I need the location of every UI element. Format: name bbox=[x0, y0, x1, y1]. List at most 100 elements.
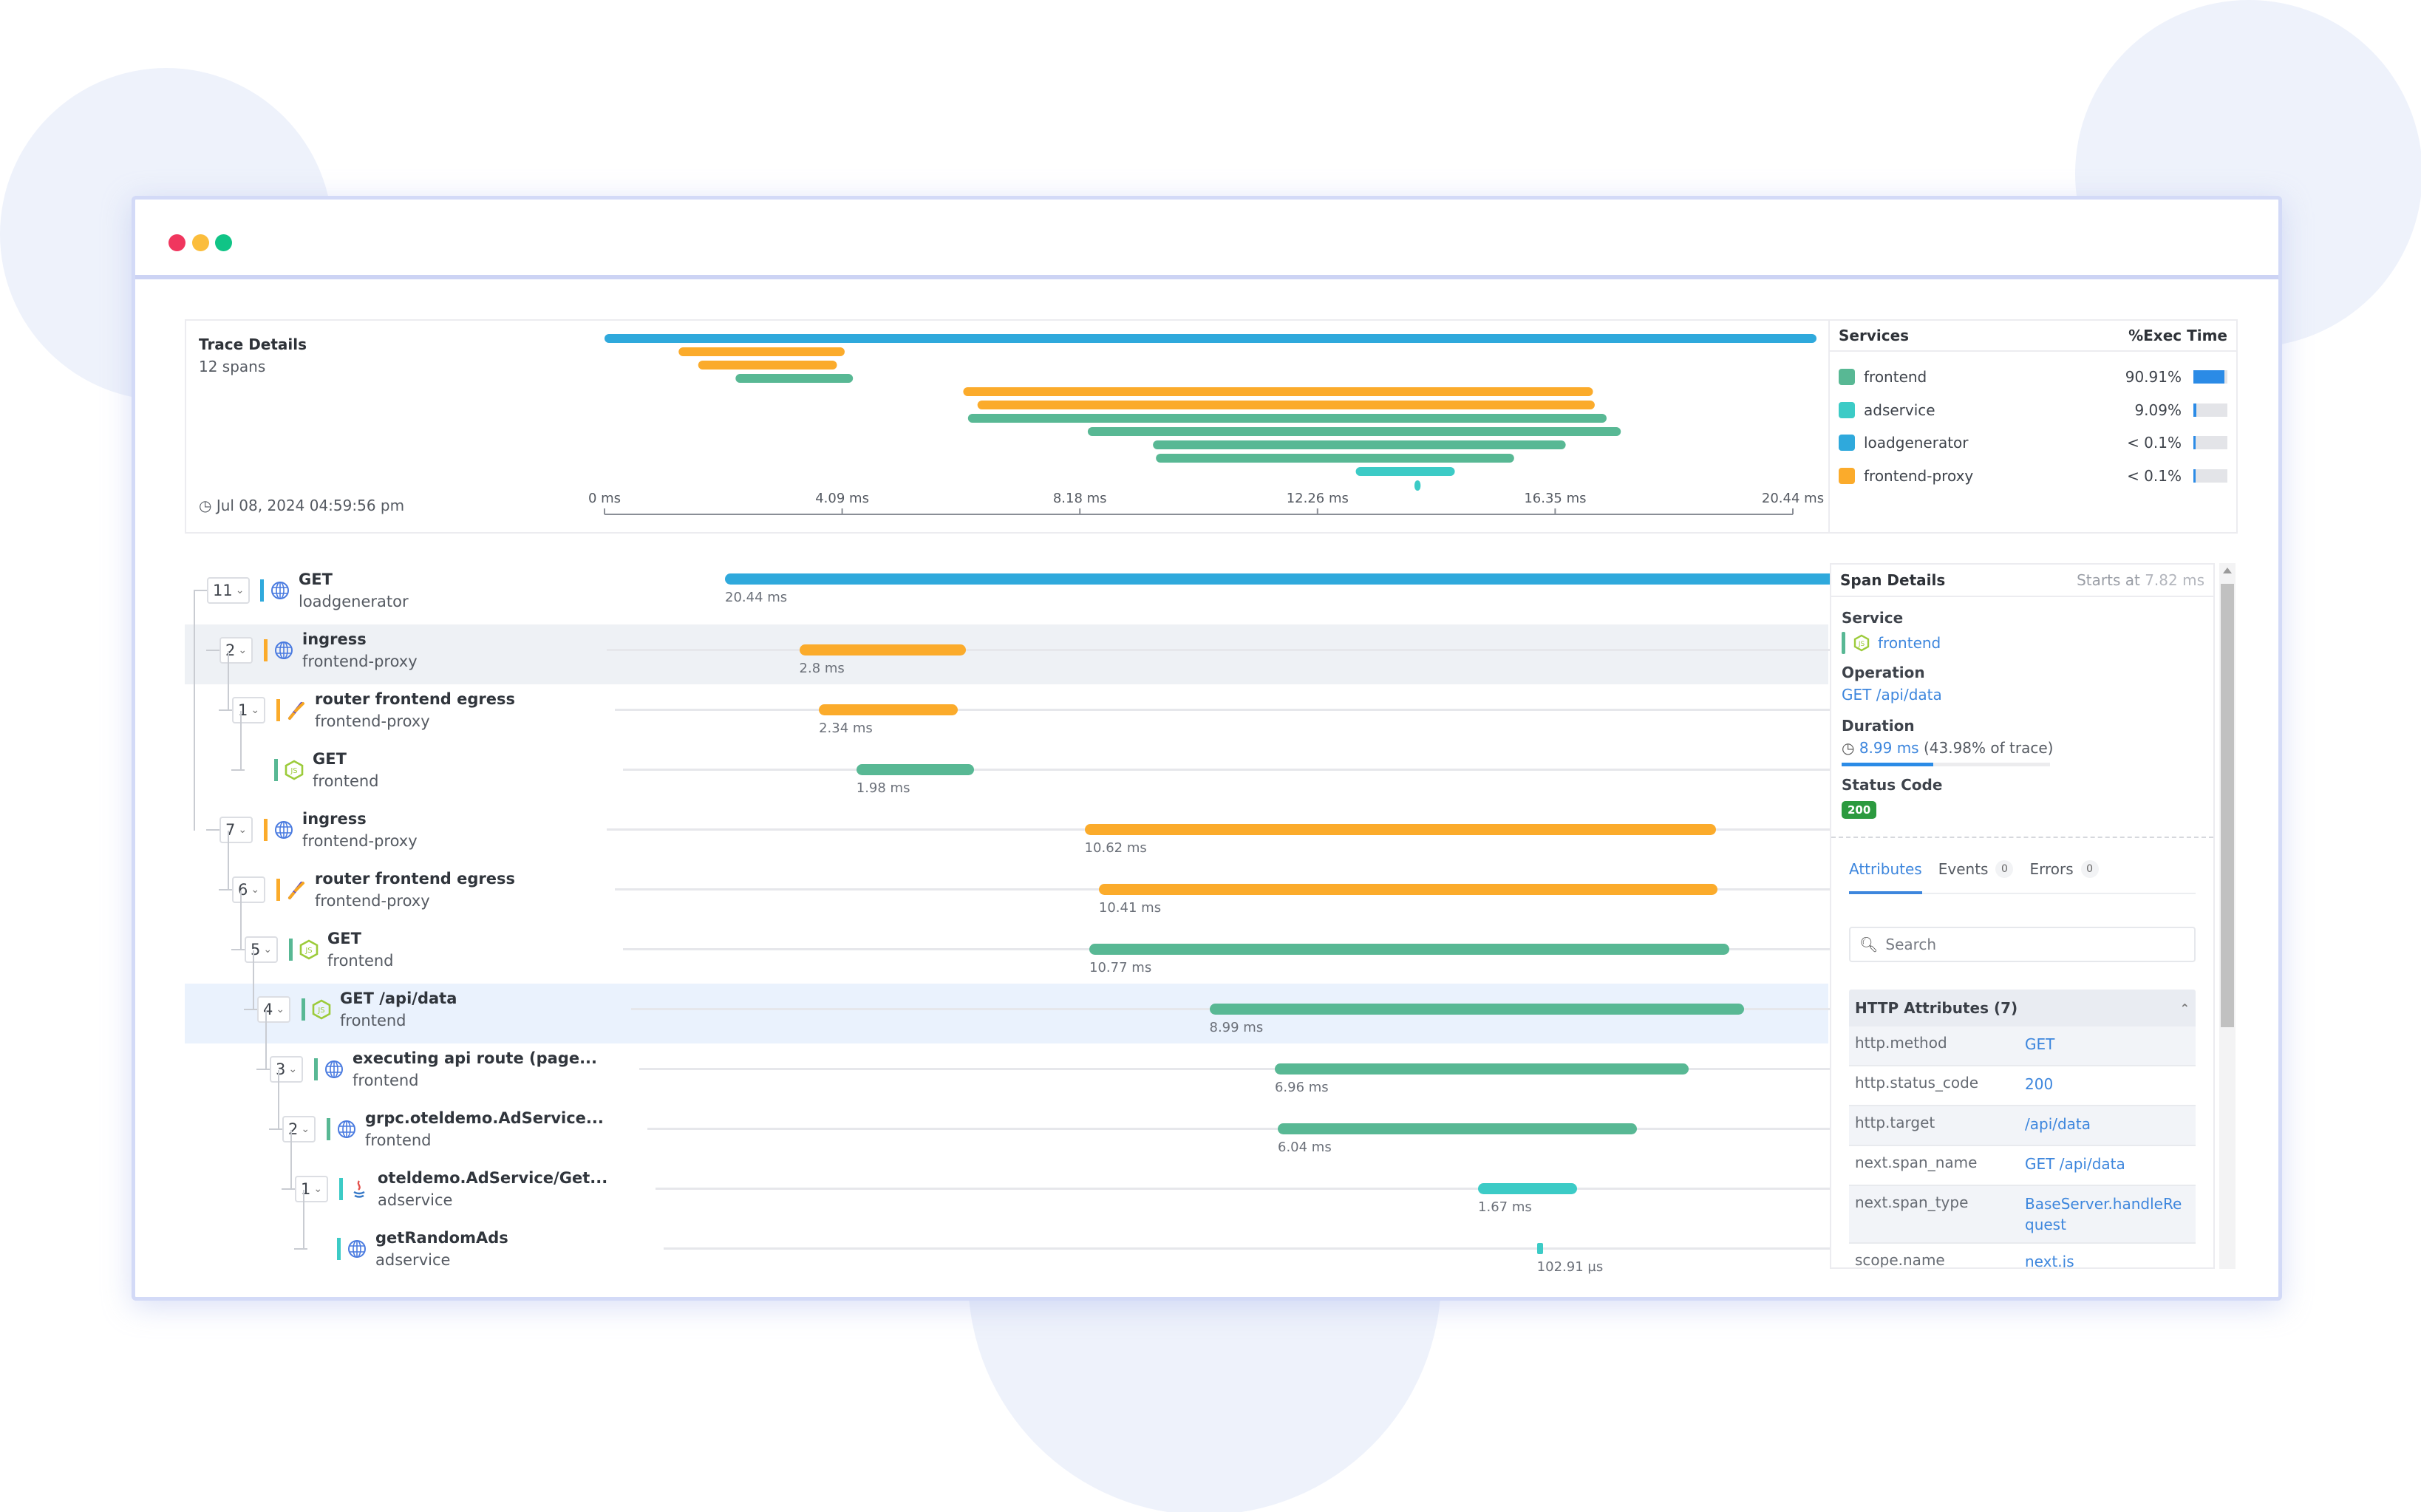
expand-collapse-toggle[interactable]: 4 ⌄ bbox=[257, 996, 291, 1023]
service-row[interactable]: adservice 9.09% bbox=[1839, 394, 2227, 426]
span-duration-bar[interactable] bbox=[1098, 884, 1718, 895]
service-color-marker bbox=[314, 1058, 318, 1080]
chevron-down-icon: ⌄ bbox=[263, 944, 273, 956]
service-color-marker bbox=[337, 1238, 341, 1260]
tab-errors[interactable]: Errors 0 bbox=[2029, 860, 2099, 893]
service-color-marker bbox=[302, 998, 305, 1021]
service-color-marker bbox=[327, 1118, 330, 1140]
span-duration-bar[interactable] bbox=[1274, 1063, 1689, 1075]
span-duration-bar[interactable] bbox=[1089, 944, 1730, 955]
service-row[interactable]: frontend-proxy < 0.1% bbox=[1839, 460, 2227, 492]
expand-collapse-toggle[interactable]: 7 ⌄ bbox=[219, 817, 253, 843]
attribute-value[interactable]: next.js bbox=[2025, 1251, 2190, 1267]
attribute-value[interactable]: GET bbox=[2025, 1034, 2190, 1055]
minimap-span-bar[interactable] bbox=[1414, 480, 1421, 491]
chevron-up-icon[interactable]: ⌃ bbox=[2180, 1001, 2190, 1015]
clock-icon: ◷ bbox=[1842, 739, 1855, 757]
minimap-span-bar[interactable] bbox=[605, 334, 1816, 343]
service-link[interactable]: frontend bbox=[1878, 634, 1941, 652]
attribute-value[interactable]: /api/data bbox=[2025, 1114, 2190, 1134]
minimap-span-bar[interactable] bbox=[1153, 440, 1566, 449]
close-window-button[interactable] bbox=[168, 234, 185, 251]
axis-tick-label: 16.35 ms bbox=[1524, 491, 1586, 506]
span-row[interactable]: 4 ⌄ JS GET /api/data frontend 8.99 ms bbox=[185, 984, 1940, 1043]
span-duration-bar[interactable] bbox=[1478, 1183, 1578, 1194]
http-attributes-header[interactable]: HTTP Attributes (7) ⌃ bbox=[1849, 990, 2196, 1026]
minimap-span-bar[interactable] bbox=[678, 347, 845, 356]
span-duration-bar[interactable] bbox=[799, 644, 966, 655]
minimap-span-bar[interactable] bbox=[967, 414, 1607, 423]
attribute-search[interactable]: 🔍︎ bbox=[1849, 927, 2196, 962]
span-row[interactable]: 5 ⌄ JS GET frontend 10.77 ms bbox=[185, 924, 1940, 984]
operation-link[interactable]: GET /api/data bbox=[1842, 686, 1942, 704]
services-header-pct[interactable]: %Exec Time bbox=[2128, 327, 2227, 344]
service-row[interactable]: loadgenerator < 0.1% bbox=[1839, 426, 2227, 459]
details-tabs: Attributes Events 0 Errors 0 bbox=[1849, 860, 2196, 894]
service-color-swatch bbox=[1839, 369, 1855, 385]
expand-collapse-toggle[interactable]: 1 ⌄ bbox=[232, 697, 266, 723]
span-track bbox=[623, 769, 1940, 771]
span-row[interactable]: getRandomAds adservice 102.91 µs bbox=[185, 1223, 1940, 1283]
span-duration-bar[interactable] bbox=[725, 573, 1940, 585]
minimap-span-bar[interactable] bbox=[698, 361, 837, 370]
span-service-name: frontend bbox=[327, 952, 394, 970]
tab-events[interactable]: Events 0 bbox=[1938, 860, 2014, 893]
attribute-value[interactable]: GET /api/data bbox=[2025, 1154, 2190, 1174]
span-duration-bar[interactable] bbox=[1084, 824, 1716, 835]
span-duration-bar[interactable] bbox=[1209, 1004, 1744, 1015]
span-duration-label: 10.62 ms bbox=[1084, 840, 1147, 856]
minimap-span-bar[interactable] bbox=[1087, 427, 1621, 436]
service-exec-bar bbox=[2193, 403, 2227, 417]
span-row[interactable]: 6 ⌄ router frontend egress frontend-proxy 10… bbox=[185, 864, 1940, 924]
span-row[interactable]: 7 ⌄ ingress frontend-proxy 10.62 ms bbox=[185, 804, 1940, 864]
expand-collapse-toggle[interactable]: 2 ⌄ bbox=[282, 1116, 316, 1142]
maximize-window-button[interactable] bbox=[215, 234, 232, 251]
span-row[interactable]: 1 ⌄ router frontend egress frontend-proxy 2.… bbox=[185, 684, 1940, 744]
span-row[interactable]: 1 ⌄ oteldemo.AdService/Get... adservice 1.67… bbox=[185, 1163, 1940, 1223]
attribute-key: next.span_type bbox=[1855, 1193, 1969, 1211]
tree-connector bbox=[294, 1248, 307, 1250]
trace-summary-panel: 0 ms 4.09 ms 8.18 ms 12.26 ms 16.35 ms 20.44 … bbox=[185, 319, 2238, 534]
trace-minimap[interactable]: 0 ms 4.09 ms 8.18 ms 12.26 ms 16.35 ms 20.44 … bbox=[186, 321, 1828, 535]
span-row[interactable]: 2 ⌄ grpc.oteldemo.AdService... frontend 6.04… bbox=[185, 1103, 1940, 1163]
minimap-span-bar[interactable] bbox=[1355, 467, 1455, 476]
span-row[interactable]: JS GET frontend 1.98 ms bbox=[185, 744, 1940, 804]
expand-collapse-toggle[interactable]: 6 ⌄ bbox=[232, 876, 266, 903]
service-row[interactable]: frontend 90.91% bbox=[1839, 361, 2227, 393]
span-service-name: frontend bbox=[353, 1072, 419, 1089]
span-duration-bar[interactable] bbox=[819, 704, 958, 715]
details-scrollbar[interactable] bbox=[2219, 563, 2236, 1269]
span-count: 12 spans bbox=[199, 358, 266, 375]
span-row[interactable]: 11 ⌄ GET loadgenerator 20.44 ms bbox=[185, 565, 1940, 624]
minimap-span-bar[interactable] bbox=[977, 401, 1595, 409]
span-duration-label: 1.67 ms bbox=[1478, 1199, 1532, 1215]
expand-collapse-toggle[interactable]: 1 ⌄ bbox=[295, 1176, 329, 1202]
tree-connector bbox=[219, 709, 232, 711]
scrollbar-thumb[interactable] bbox=[2221, 584, 2234, 1027]
expand-collapse-toggle[interactable]: 2 ⌄ bbox=[219, 637, 253, 664]
span-row[interactable]: 3 ⌄ executing api route (page... frontend 6.… bbox=[185, 1043, 1940, 1103]
span-operation-name: oteldemo.AdService/Get... bbox=[378, 1169, 608, 1187]
attribute-value[interactable]: 200 bbox=[2025, 1074, 2190, 1094]
tab-attributes[interactable]: Attributes bbox=[1849, 860, 1922, 894]
attribute-key: http.target bbox=[1855, 1114, 1935, 1131]
expand-collapse-toggle[interactable]: 5 ⌄ bbox=[245, 936, 279, 963]
scroll-up-arrow-icon[interactable] bbox=[2223, 568, 2232, 573]
expand-collapse-toggle[interactable]: 11 ⌄ bbox=[207, 577, 251, 604]
span-row[interactable]: 2 ⌄ ingress frontend-proxy 2.8 ms bbox=[185, 624, 1940, 684]
window-titlebar bbox=[135, 200, 2278, 279]
span-duration-bar[interactable] bbox=[1278, 1123, 1637, 1134]
minimap-span-bar[interactable] bbox=[963, 387, 1593, 396]
search-icon: 🔍︎ bbox=[1859, 936, 1879, 953]
attribute-value[interactable]: BaseServer.handleRequest bbox=[2025, 1193, 2190, 1235]
attribute-search-input[interactable] bbox=[1885, 936, 2167, 953]
attribute-row: http.status_code 200 bbox=[1849, 1066, 2196, 1106]
service-color-marker bbox=[339, 1178, 343, 1200]
minimap-span-bar[interactable] bbox=[1156, 454, 1514, 463]
expand-collapse-toggle[interactable]: 3 ⌄ bbox=[270, 1056, 304, 1083]
span-duration-bar[interactable] bbox=[856, 764, 974, 775]
service-value-row: JS frontend bbox=[1842, 631, 1941, 655]
span-duration-bar[interactable] bbox=[1536, 1243, 1543, 1254]
minimize-window-button[interactable] bbox=[192, 234, 209, 251]
minimap-span-bar[interactable] bbox=[735, 374, 854, 383]
